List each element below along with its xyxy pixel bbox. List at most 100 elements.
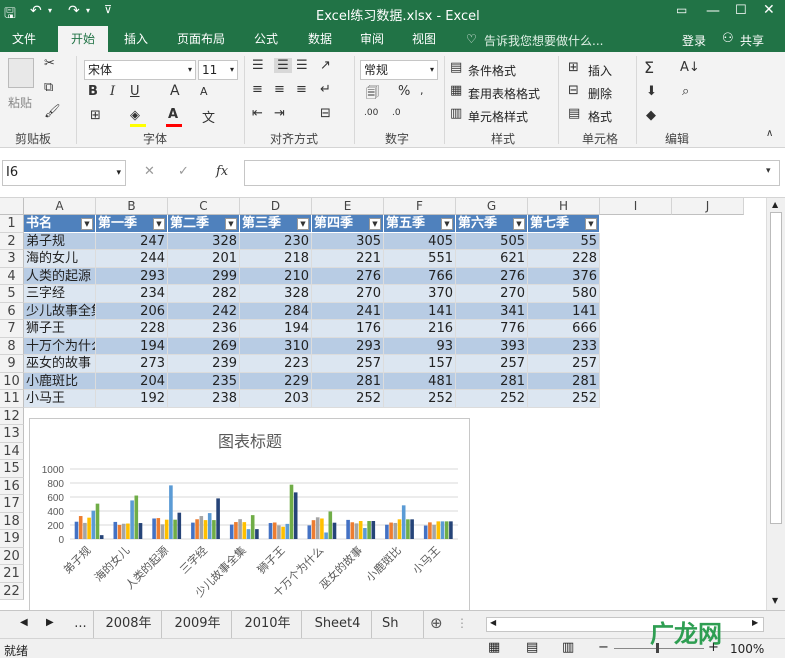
border-icon[interactable]: ⊞ — [90, 108, 101, 123]
row-header[interactable]: 5 — [0, 285, 24, 303]
conditional-format-button[interactable]: 条件格式 — [468, 62, 516, 79]
align-middle-icon[interactable]: ☰ — [274, 58, 292, 73]
table-cell[interactable]: 252 — [312, 390, 384, 408]
table-cell[interactable]: 223 — [240, 355, 312, 373]
table-cell[interactable]: 157 — [384, 355, 456, 373]
tell-me-box[interactable]: 告诉我您想要做什么... — [484, 32, 603, 49]
table-cell[interactable]: 305 — [312, 232, 384, 250]
table-cell[interactable]: 141 — [528, 302, 600, 320]
filter-dropdown-icon[interactable]: ▼ — [297, 218, 309, 230]
phonetic-icon[interactable]: 文 — [202, 107, 215, 126]
fill-color-icon[interactable]: ◈ — [130, 108, 140, 123]
insert-function-icon[interactable]: fx — [216, 164, 228, 179]
table-cell[interactable]: 281 — [312, 372, 384, 390]
sheet-overflow[interactable]: ... — [68, 611, 94, 638]
table-cell[interactable]: 247 — [96, 232, 168, 250]
name-box[interactable]: I6 ▾ — [2, 160, 126, 186]
tab-split-icon[interactable]: ⋮ — [456, 616, 468, 630]
table-cell[interactable]: 巫女的故事 — [24, 355, 96, 373]
font-size-select[interactable]: 11 ▾ — [198, 60, 238, 80]
merge-center-icon[interactable]: ⊟ — [320, 106, 331, 121]
row-header[interactable]: 7 — [0, 320, 24, 338]
normal-view-icon[interactable]: ▦ — [488, 640, 500, 655]
table-cell[interactable]: 270 — [456, 285, 528, 303]
vertical-scrollbar[interactable]: ▲ ▼ — [766, 198, 785, 610]
sheet-tab-partial[interactable]: Sh — [374, 611, 424, 638]
table-cell[interactable]: 206 — [96, 302, 168, 320]
table-cell[interactable]: 551 — [384, 250, 456, 268]
align-center-icon[interactable]: ≡ — [274, 82, 285, 97]
page-break-view-icon[interactable]: ▥ — [562, 640, 574, 655]
number-format-select[interactable]: 常规 ▾ — [360, 60, 438, 80]
filter-dropdown-icon[interactable]: ▼ — [441, 218, 453, 230]
table-cell[interactable]: 776 — [456, 320, 528, 338]
minimize-icon[interactable]: — — [706, 3, 720, 19]
underline-icon[interactable]: U — [130, 84, 140, 99]
scroll-left-icon[interactable]: ◀ — [490, 618, 496, 627]
row-header[interactable]: 19 — [0, 530, 24, 548]
table-cell[interactable]: 238 — [168, 390, 240, 408]
save-icon[interactable]: 🖫 — [4, 3, 16, 27]
table-cell[interactable]: 242 — [168, 302, 240, 320]
table-cell[interactable]: 257 — [528, 355, 600, 373]
row-header[interactable]: 21 — [0, 565, 24, 583]
tab-insert[interactable]: 插入 — [112, 26, 160, 52]
align-top-icon[interactable]: ☰ — [252, 58, 264, 73]
enter-icon[interactable]: ✓ — [178, 164, 189, 179]
col-header[interactable]: H — [528, 198, 600, 215]
row-header[interactable]: 18 — [0, 512, 24, 530]
tab-page-layout[interactable]: 页面布局 — [168, 26, 234, 52]
row-header[interactable]: 13 — [0, 425, 24, 443]
table-cell[interactable]: 666 — [528, 320, 600, 338]
sort-filter-icon[interactable]: A↓ — [680, 60, 700, 75]
formula-input[interactable] — [244, 160, 780, 186]
row-header[interactable]: 9 — [0, 355, 24, 373]
tab-home[interactable]: 开始 — [58, 26, 108, 52]
row-header[interactable]: 10 — [0, 372, 24, 390]
increase-decimal-icon[interactable]: .00 — [364, 108, 378, 118]
row-header[interactable]: 3 — [0, 250, 24, 268]
table-cell[interactable]: 弟子规 — [24, 232, 96, 250]
table-cell[interactable]: 766 — [384, 267, 456, 285]
page-layout-view-icon[interactable]: ▤ — [526, 640, 538, 655]
table-cell[interactable]: 216 — [384, 320, 456, 338]
cancel-icon[interactable]: ✕ — [144, 164, 155, 179]
table-header-cell[interactable]: 第四季 ▼ — [312, 215, 384, 233]
row-header[interactable]: 1 — [0, 215, 24, 233]
table-cell[interactable]: 194 — [96, 337, 168, 355]
paste-icon[interactable] — [8, 58, 34, 88]
table-cell[interactable]: 230 — [240, 232, 312, 250]
cut-icon[interactable]: ✂ — [44, 56, 55, 71]
row-header[interactable]: 20 — [0, 547, 24, 565]
table-cell[interactable]: 270 — [312, 285, 384, 303]
chart[interactable]: 图表标题 0 200 400 600 800 1000 弟子规 海的女儿 人类的起源 三字经 少儿故事… — [29, 418, 470, 612]
table-cell[interactable]: 小马王 — [24, 390, 96, 408]
table-cell[interactable]: 210 — [240, 267, 312, 285]
filter-dropdown-icon[interactable]: ▼ — [585, 218, 597, 230]
col-header[interactable]: G — [456, 198, 528, 215]
row-header[interactable]: 16 — [0, 477, 24, 495]
table-cell[interactable]: 310 — [240, 337, 312, 355]
undo-dropdown-icon[interactable]: ▾ — [48, 6, 52, 15]
format-painter-icon[interactable]: 🖌 — [44, 104, 61, 119]
sheet-tab-sheet4[interactable]: Sheet4 — [304, 611, 372, 638]
table-cell[interactable]: 少儿故事全集 — [24, 302, 96, 320]
col-header[interactable]: C — [168, 198, 240, 215]
font-color-icon[interactable]: A — [168, 107, 178, 122]
row-header[interactable]: 14 — [0, 442, 24, 460]
select-all-corner[interactable] — [0, 198, 24, 215]
table-cell[interactable]: 203 — [240, 390, 312, 408]
table-cell[interactable]: 192 — [96, 390, 168, 408]
table-cell[interactable]: 505 — [456, 232, 528, 250]
table-cell[interactable]: 257 — [312, 355, 384, 373]
table-cell[interactable]: 234 — [96, 285, 168, 303]
tab-view[interactable]: 视图 — [400, 26, 448, 52]
table-header-cell[interactable]: 第七季 ▼ — [528, 215, 600, 233]
table-cell[interactable]: 273 — [96, 355, 168, 373]
table-cell[interactable]: 341 — [456, 302, 528, 320]
filter-dropdown-icon[interactable]: ▼ — [81, 218, 93, 230]
orientation-icon[interactable]: ↗ — [320, 58, 331, 73]
row-header[interactable]: 22 — [0, 582, 24, 600]
table-cell[interactable]: 293 — [96, 267, 168, 285]
col-header[interactable]: J — [672, 198, 744, 215]
